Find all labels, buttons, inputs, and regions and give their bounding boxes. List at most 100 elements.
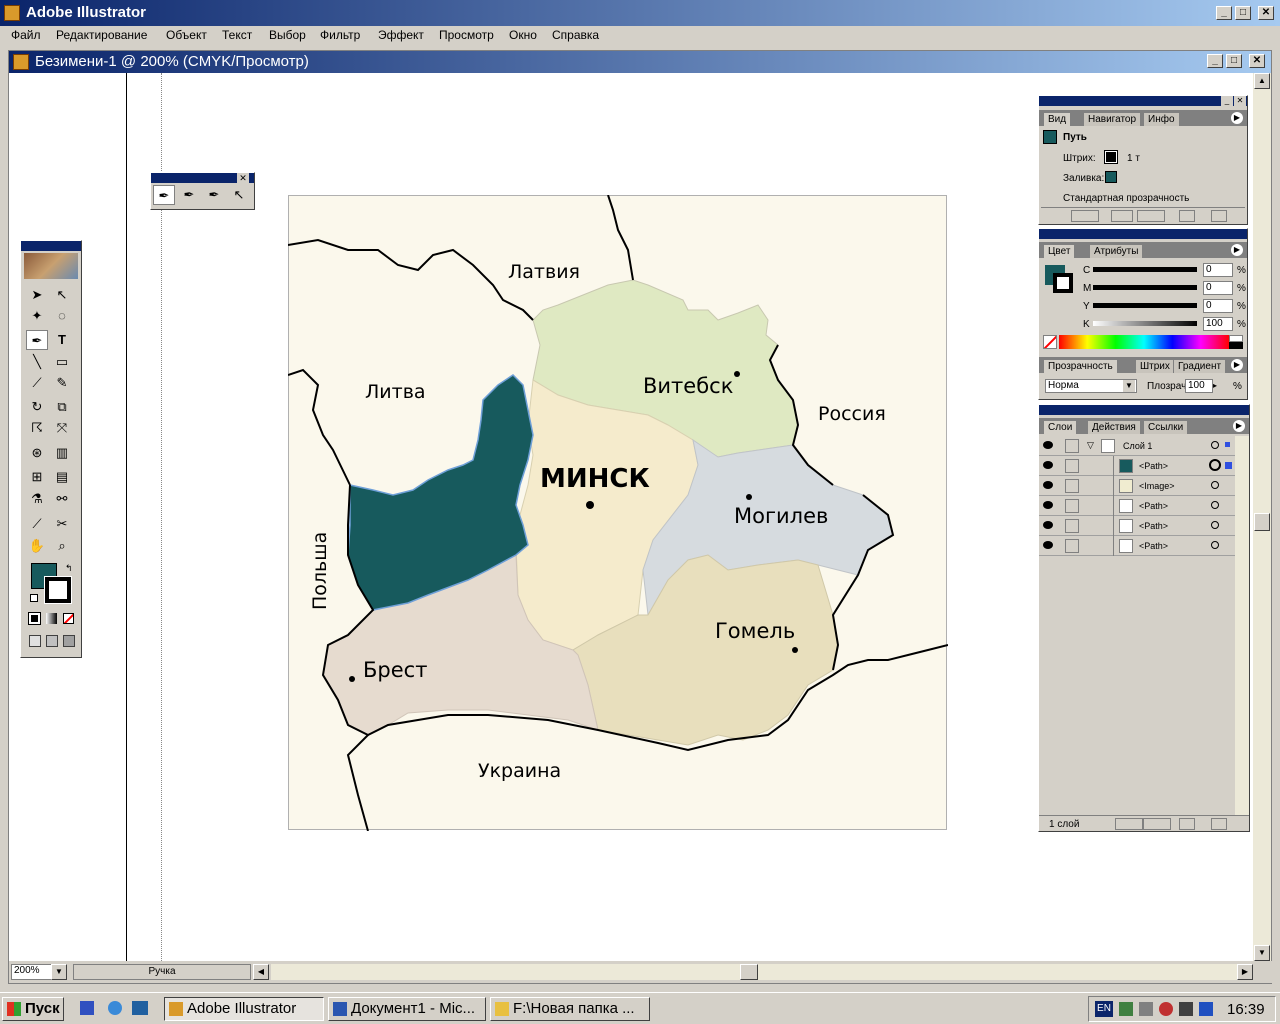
tab-color[interactable]: Цвет bbox=[1043, 244, 1076, 258]
scroll-right-button[interactable]: ▶ bbox=[1237, 964, 1253, 980]
duplicate-item-button[interactable] bbox=[1137, 210, 1165, 222]
target-circle-icon[interactable] bbox=[1211, 501, 1219, 509]
make-clipping-mask-button[interactable] bbox=[1115, 818, 1143, 830]
color-mode-button[interactable] bbox=[28, 612, 41, 625]
layers-panel-menu-button[interactable]: ▶ bbox=[1233, 420, 1245, 432]
layer-item-row[interactable]: <Path> bbox=[1039, 496, 1235, 516]
channel-y-value[interactable]: 0 bbox=[1203, 299, 1233, 313]
pen-tool-icon[interactable]: ✒ bbox=[153, 185, 175, 205]
scissors-tool-icon[interactable]: ✂ bbox=[51, 514, 73, 534]
channel-c-value[interactable]: 0 bbox=[1203, 263, 1233, 277]
layer-item-row[interactable]: <Image> bbox=[1039, 476, 1235, 496]
scroll-thumb-vertical[interactable] bbox=[1254, 513, 1270, 531]
new-item-button[interactable] bbox=[1179, 210, 1195, 222]
close-button[interactable]: ✕ bbox=[1258, 6, 1274, 20]
channel-k-value[interactable]: 100 bbox=[1203, 317, 1233, 331]
layer-item-row[interactable]: <Path> bbox=[1039, 516, 1235, 536]
selection-tool-icon[interactable]: ➤ bbox=[26, 285, 48, 305]
tray-network-icon[interactable] bbox=[1119, 1002, 1133, 1016]
maximize-button[interactable]: □ bbox=[1235, 6, 1251, 20]
menu-object[interactable]: Объект bbox=[166, 28, 207, 42]
lasso-tool-icon[interactable]: ◌ bbox=[51, 306, 73, 326]
menu-type[interactable]: Текст bbox=[222, 28, 252, 42]
info-panel-minimize[interactable]: _ bbox=[1221, 96, 1233, 106]
layers-scrollbar[interactable] bbox=[1235, 436, 1249, 816]
menu-edit[interactable]: Редактирование bbox=[56, 28, 147, 42]
quicklaunch-save-icon[interactable] bbox=[80, 1001, 94, 1015]
tab-gradient[interactable]: Градиент bbox=[1173, 359, 1227, 373]
paintbrush-tool-icon[interactable]: ⟋ bbox=[26, 373, 48, 393]
minimize-button[interactable]: _ bbox=[1216, 6, 1232, 20]
gradient-mode-button[interactable] bbox=[46, 613, 57, 624]
layer-name[interactable]: Слой 1 bbox=[1123, 441, 1152, 451]
visibility-eye-icon[interactable] bbox=[1043, 461, 1053, 469]
scroll-thumb-horizontal[interactable] bbox=[740, 964, 758, 980]
rotate-tool-icon[interactable]: ↻ bbox=[26, 397, 48, 417]
free-transform-tool-icon[interactable]: ⤧ bbox=[51, 418, 73, 438]
blend-mode-dropdown-icon[interactable]: ▼ bbox=[1123, 380, 1135, 392]
zoom-tool-icon[interactable]: ⌕ bbox=[51, 536, 73, 556]
menu-window[interactable]: Окно bbox=[509, 28, 537, 42]
menu-select[interactable]: Выбор bbox=[269, 28, 306, 42]
item-name[interactable]: <Path> bbox=[1139, 461, 1168, 471]
scroll-left-button[interactable]: ◀ bbox=[253, 964, 269, 980]
rectangle-tool-icon[interactable]: ▭ bbox=[51, 352, 73, 372]
language-indicator[interactable]: EN bbox=[1095, 1001, 1113, 1017]
channel-c-slider[interactable] bbox=[1093, 267, 1197, 272]
target-circle-icon[interactable] bbox=[1211, 521, 1219, 529]
reduce-appearance-button[interactable] bbox=[1111, 210, 1133, 222]
status-tool-field[interactable]: Ручка bbox=[73, 964, 251, 980]
tab-navigator[interactable]: Навигатор bbox=[1083, 112, 1142, 126]
start-button[interactable]: Пуск bbox=[2, 997, 64, 1021]
type-tool-icon[interactable]: T bbox=[51, 330, 73, 350]
visibility-eye-icon[interactable] bbox=[1043, 541, 1053, 549]
menu-effect[interactable]: Эффект bbox=[378, 28, 424, 42]
tray-mail-icon[interactable] bbox=[1179, 1002, 1193, 1016]
visibility-eye-icon[interactable] bbox=[1043, 501, 1053, 509]
add-anchor-point-icon[interactable]: ✒ bbox=[178, 185, 200, 205]
doc-minimize-button[interactable]: _ bbox=[1207, 54, 1223, 68]
scroll-down-button[interactable]: ▼ bbox=[1254, 945, 1270, 961]
menu-filter[interactable]: Фильтр bbox=[320, 28, 360, 42]
lock-toggle[interactable] bbox=[1065, 459, 1079, 473]
taskbar-folder[interactable]: F:\Новая папка ... bbox=[490, 997, 650, 1021]
lock-toggle[interactable] bbox=[1065, 499, 1079, 513]
lock-toggle[interactable] bbox=[1065, 539, 1079, 553]
tab-stroke[interactable]: Штрих bbox=[1135, 359, 1175, 373]
tray-app-icon[interactable] bbox=[1199, 1002, 1213, 1016]
opacity-value[interactable]: 100 bbox=[1185, 379, 1213, 393]
flyout-close-button[interactable]: ✕ bbox=[237, 173, 249, 183]
warp-tool-icon[interactable]: ☈ bbox=[26, 418, 48, 438]
expand-triangle-icon[interactable]: ▽ bbox=[1087, 440, 1094, 451]
menu-help[interactable]: Справка bbox=[552, 28, 599, 42]
layer-item-row[interactable]: <Path> bbox=[1039, 536, 1235, 556]
doc-maximize-button[interactable]: □ bbox=[1226, 54, 1242, 68]
visibility-eye-icon[interactable] bbox=[1043, 441, 1053, 449]
convert-anchor-point-icon[interactable]: ↖ bbox=[228, 185, 250, 205]
delete-item-button[interactable] bbox=[1211, 210, 1227, 222]
color-stroke-proxy[interactable] bbox=[1053, 273, 1073, 293]
graph-tool-icon[interactable]: ▥ bbox=[51, 443, 73, 463]
none-mode-button[interactable] bbox=[63, 613, 74, 624]
tab-actions[interactable]: Действия bbox=[1087, 420, 1141, 434]
info-panel-close[interactable]: ✕ bbox=[1234, 96, 1246, 106]
zoom-dropdown-button[interactable]: ▼ bbox=[51, 964, 67, 980]
full-screen-mode-button[interactable] bbox=[63, 635, 75, 647]
swap-colors-icon[interactable]: ↰ bbox=[65, 563, 75, 573]
channel-m-value[interactable]: 0 bbox=[1203, 281, 1233, 295]
mesh-tool-icon[interactable]: ⊞ bbox=[26, 467, 48, 487]
target-circle-icon[interactable] bbox=[1211, 481, 1219, 489]
venus-logo-icon[interactable] bbox=[24, 253, 78, 279]
scroll-up-button[interactable]: ▲ bbox=[1254, 73, 1270, 89]
direct-selection-tool-icon[interactable]: ↖ bbox=[51, 285, 73, 305]
magic-wand-tool-icon[interactable]: ✦ bbox=[26, 306, 48, 326]
black-swatch[interactable] bbox=[1229, 342, 1243, 349]
pencil-tool-icon[interactable]: ✎ bbox=[51, 373, 73, 393]
standard-screen-mode-button[interactable] bbox=[29, 635, 41, 647]
tray-computer-icon[interactable] bbox=[1139, 1002, 1153, 1016]
channel-m-slider[interactable] bbox=[1093, 285, 1197, 290]
lock-toggle[interactable] bbox=[1065, 439, 1079, 453]
delete-anchor-point-icon[interactable]: ✒ bbox=[203, 185, 225, 205]
quicklaunch-desktop-icon[interactable] bbox=[132, 1001, 148, 1015]
taskbar-word[interactable]: Документ1 - Mic... bbox=[328, 997, 486, 1021]
